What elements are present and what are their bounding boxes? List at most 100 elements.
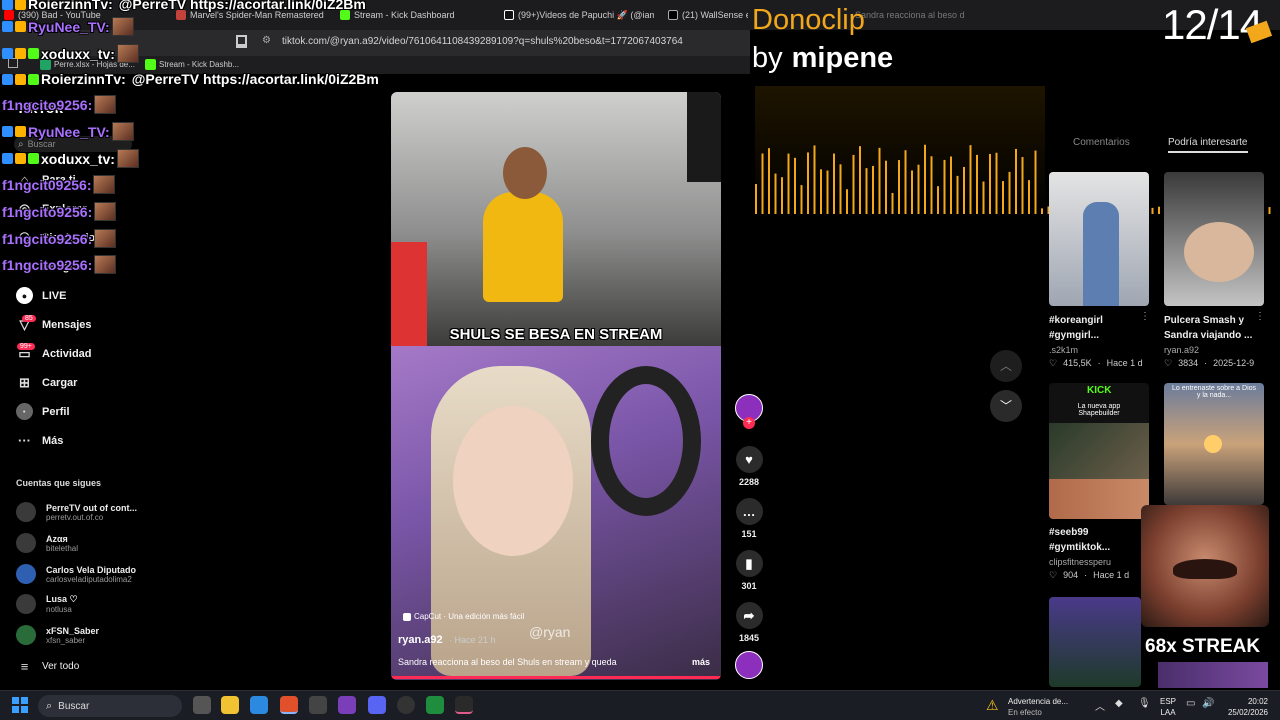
app-icon[interactable] bbox=[309, 696, 327, 714]
taskbar-search[interactable]: ⌕ Buscar bbox=[38, 695, 182, 717]
chat-badge bbox=[15, 153, 26, 164]
browser-tab[interactable]: (99+)Videos de Papuchi 🚀 (@iam_p bbox=[504, 6, 654, 24]
suggestion-thumbnail[interactable] bbox=[1164, 172, 1264, 306]
thumbnail-image bbox=[1049, 479, 1149, 519]
thumbnail-text: La nueva app Shapebuilder bbox=[1077, 403, 1121, 417]
chat-badge bbox=[2, 73, 13, 85]
comment-icon: … bbox=[735, 498, 763, 525]
heart-icon: ♡ bbox=[1049, 358, 1058, 368]
following-account[interactable]: Carlos Vela Diputado carlosveladiputadoli… bbox=[16, 564, 136, 584]
meme-face-image bbox=[1158, 662, 1268, 688]
visualizer-bar bbox=[969, 145, 972, 214]
visualizer-bar bbox=[1041, 208, 1043, 214]
save-button[interactable]: ▮ 301 bbox=[735, 550, 763, 591]
browser-tab-active[interactable]: Sandra reacciona al beso d bbox=[855, 6, 980, 24]
following-account[interactable]: Lusa ♡ notlusa bbox=[16, 594, 78, 614]
share-button[interactable]: ➦ 1845 bbox=[735, 602, 763, 643]
video-author[interactable]: ryan.a92 bbox=[398, 634, 443, 646]
warning-notification[interactable]: Advertencia de... En efecto bbox=[1008, 696, 1068, 718]
more-icon: ··· bbox=[18, 433, 31, 448]
video-progress[interactable] bbox=[391, 676, 721, 679]
avatar bbox=[16, 594, 36, 614]
tab-comentarios[interactable]: Comentarios bbox=[1073, 137, 1130, 148]
suggestion-title[interactable]: #koreangirl #gymgirl... bbox=[1049, 313, 1139, 343]
heart-icon: ♡ bbox=[1164, 358, 1173, 368]
visualizer-bar bbox=[865, 168, 868, 214]
messages-badge: 85 bbox=[22, 315, 36, 322]
following-account[interactable]: Azαя bitelethal bbox=[16, 533, 78, 553]
video-subject bbox=[483, 192, 563, 302]
suggestion-author: clipsfitnessperu bbox=[1049, 557, 1112, 567]
visualizer-bar bbox=[820, 169, 822, 214]
nav-live[interactable]: ● LIVE bbox=[16, 287, 66, 304]
discord-icon[interactable] bbox=[368, 696, 386, 714]
chat-message: RoierzinnTv: @PerreTV https://acortar.lin… bbox=[2, 71, 379, 87]
file-explorer-icon[interactable] bbox=[221, 696, 239, 714]
following-account[interactable]: xFSN_Saber xfsn_saber bbox=[16, 625, 99, 645]
windows-start-icon[interactable] bbox=[12, 697, 28, 713]
tray-app-icon[interactable]: ◆ bbox=[1115, 698, 1123, 709]
previous-video-button[interactable]: ︿ bbox=[990, 350, 1022, 382]
app-icon[interactable] bbox=[338, 696, 356, 714]
like-button[interactable]: ♥ 2288 bbox=[735, 446, 763, 487]
tab-podria-interesarte[interactable]: Podría interesarte bbox=[1168, 137, 1248, 153]
video-player[interactable]: SHULS SE BESA EN STREAM CapCut · Una edi… bbox=[391, 92, 721, 680]
clock[interactable]: 20:02 25/02/2026 bbox=[1223, 696, 1268, 718]
visualizer-bar bbox=[768, 148, 770, 214]
next-video-button[interactable]: ﹀ bbox=[990, 390, 1022, 422]
browser-tab[interactable]: (21) WallSense en bbox=[668, 6, 748, 24]
visualizer-bar bbox=[774, 173, 777, 214]
app-icon[interactable] bbox=[455, 696, 473, 714]
language-indicator[interactable]: ESP LAA bbox=[1160, 696, 1176, 718]
comment-button[interactable]: … 151 bbox=[735, 498, 763, 539]
avatar bbox=[16, 502, 36, 522]
bookmark-icon: ▮ bbox=[735, 550, 763, 577]
following-account[interactable]: PerreTV out of cont... perretv.out.of.co bbox=[16, 502, 137, 522]
more-options-icon[interactable]: ⋮ bbox=[1140, 311, 1150, 322]
follow-plus-icon[interactable]: + bbox=[743, 417, 755, 429]
visualizer-bar bbox=[1034, 150, 1037, 214]
task-view-icon[interactable] bbox=[193, 696, 211, 714]
suggestion-thumbnail[interactable]: Lo entrenaste sobre a Dios y la nada... bbox=[1164, 383, 1264, 505]
video-time: · Hace 21 h bbox=[449, 635, 496, 645]
microphone-icon[interactable]: 🎙 bbox=[1138, 698, 1151, 709]
suggestion-thumbnail[interactable] bbox=[1049, 172, 1149, 306]
visualizer-bar bbox=[787, 153, 790, 214]
chevron-up-icon[interactable]: ︿ bbox=[1095, 698, 1105, 713]
visualizer-bar bbox=[1015, 148, 1017, 214]
suggestion-thumbnail[interactable]: KICK La nueva app Shapebuilder bbox=[1049, 383, 1149, 519]
suggestion-title[interactable]: Pulcera Smash y Sandra viajando ... bbox=[1164, 313, 1254, 343]
brave-browser-icon[interactable] bbox=[280, 696, 298, 714]
bookmark-item[interactable]: Stream - Kick Dashb... bbox=[145, 59, 239, 70]
taskbar bbox=[0, 690, 1280, 720]
site-info-icon[interactable]: ⚙ bbox=[262, 35, 271, 46]
chat-emote bbox=[94, 229, 117, 248]
chat-emote bbox=[94, 95, 117, 114]
app-icon[interactable] bbox=[250, 696, 268, 714]
chat-message: RyuNee_TV: bbox=[2, 122, 134, 141]
nav-mas[interactable]: ··· Más bbox=[16, 432, 63, 449]
capcut-tag[interactable]: CapCut · Una edición más fácil bbox=[403, 612, 524, 621]
visualizer-bar bbox=[917, 164, 920, 214]
app-icon[interactable] bbox=[426, 696, 444, 714]
music-disc-icon[interactable] bbox=[735, 651, 763, 679]
see-all-link[interactable]: ≡ Ver todo bbox=[16, 658, 80, 675]
kick-logo: KICK bbox=[1087, 385, 1112, 396]
bookmark-icon[interactable] bbox=[236, 35, 247, 48]
url-field[interactable]: tiktok.com/@ryan.a92/video/7610641108439… bbox=[282, 36, 683, 47]
more-link[interactable]: más bbox=[692, 657, 710, 667]
nav-cargar[interactable]: ⊞ Cargar bbox=[16, 374, 77, 391]
x-icon bbox=[668, 10, 678, 20]
suggestion-thumbnail[interactable] bbox=[1049, 597, 1141, 687]
visualizer-bar bbox=[807, 152, 809, 214]
more-options-icon[interactable]: ⋮ bbox=[1255, 311, 1265, 322]
suggestion-title[interactable]: #seeb99 #gymtiktok... bbox=[1049, 525, 1139, 555]
obs-icon[interactable] bbox=[397, 696, 415, 714]
thumbnail-image bbox=[1049, 423, 1149, 479]
volume-icon[interactable]: 🔊 bbox=[1202, 698, 1214, 709]
sun-image bbox=[1204, 435, 1222, 453]
network-icon[interactable]: ▭ bbox=[1186, 698, 1195, 709]
nav-perfil[interactable]: · Perfil bbox=[16, 403, 70, 420]
suggestion-author: ryan.a92 bbox=[1164, 345, 1200, 355]
chat-badge bbox=[15, 0, 26, 10]
